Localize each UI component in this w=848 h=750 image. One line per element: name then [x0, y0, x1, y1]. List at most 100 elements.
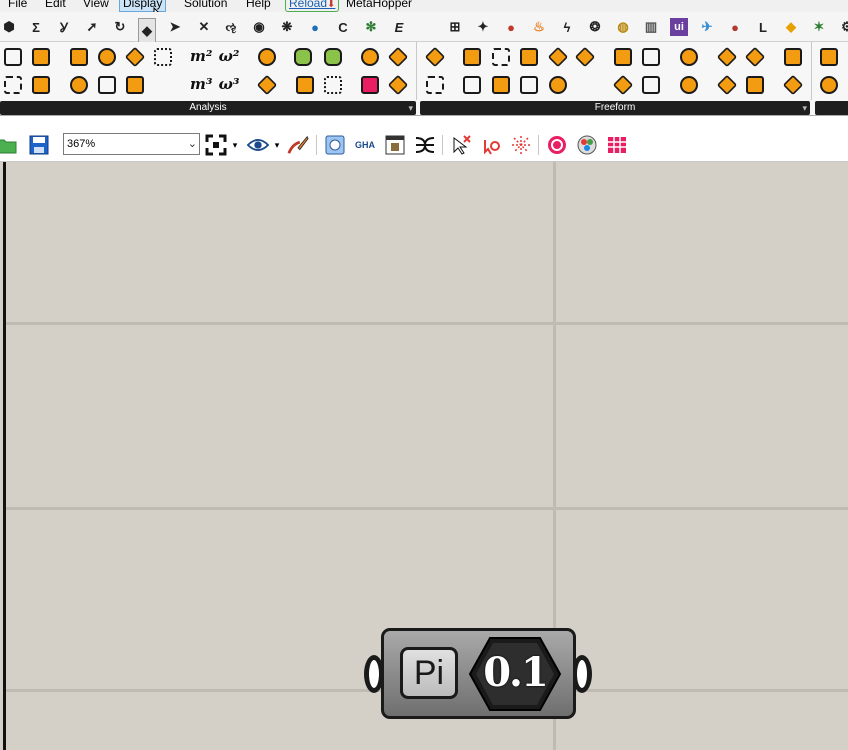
- menu-file[interactable]: File: [5, 0, 30, 12]
- bug-icon[interactable]: ✦: [474, 18, 492, 36]
- gear-icon[interactable]: ⚙: [838, 18, 848, 36]
- sparkle-icon[interactable]: ❋: [278, 18, 296, 36]
- open-icon[interactable]: [0, 134, 18, 156]
- fragment-patch-icon[interactable]: [678, 74, 700, 96]
- save-icon[interactable]: [28, 134, 50, 156]
- surface-analysis-icon[interactable]: [124, 46, 146, 68]
- globe-icon[interactable]: ●: [306, 18, 324, 36]
- sketch-icon[interactable]: [287, 134, 309, 156]
- surface-closest-icon[interactable]: [256, 74, 278, 96]
- expand-icon[interactable]: ▾: [802, 101, 807, 115]
- rail-revolution-icon[interactable]: [547, 74, 569, 96]
- surface-from-points-icon[interactable]: [490, 46, 512, 68]
- boundary-surface-icon[interactable]: [490, 74, 512, 96]
- expand-icon[interactable]: ▾: [408, 101, 413, 115]
- ribbon-group-next[interactable]: [815, 101, 848, 115]
- ladybug-icon[interactable]: ●: [726, 18, 744, 36]
- revolution-icon[interactable]: [518, 74, 540, 96]
- blend-surface-icon[interactable]: [744, 74, 766, 96]
- patch-icon[interactable]: [574, 46, 596, 68]
- leaf-icon[interactable]: ✻: [362, 18, 380, 36]
- plane-analysis-icon[interactable]: [359, 74, 381, 96]
- l-icon[interactable]: L: [754, 18, 772, 36]
- point-grid-icon[interactable]: [30, 74, 52, 96]
- network-surface-icon[interactable]: [518, 46, 540, 68]
- segment-lengths-icon[interactable]: [387, 74, 409, 96]
- extrude-along-icon[interactable]: [640, 74, 662, 96]
- sigma-icon[interactable]: Σ: [27, 18, 45, 36]
- curve-icon[interactable]: ↻: [111, 18, 129, 36]
- volume-icon[interactable]: [68, 74, 90, 96]
- ruled-surface-icon[interactable]: [461, 74, 483, 96]
- sum-surface-icon[interactable]: [678, 46, 700, 68]
- extrude-linear-icon[interactable]: [640, 46, 662, 68]
- ribbon-group-analysis[interactable]: Analysis ▾: [0, 101, 416, 115]
- ribbon-group-freeform[interactable]: Freeform ▾: [420, 101, 810, 115]
- sprout-icon[interactable]: Ỿ: [55, 18, 73, 36]
- menu-solution[interactable]: Solution: [181, 0, 230, 12]
- brep-edges-icon[interactable]: [292, 46, 314, 68]
- arrow-icon[interactable]: ➚: [83, 18, 101, 36]
- menu-reload[interactable]: Reload⬇: [285, 0, 340, 12]
- probe-icon[interactable]: [256, 46, 278, 68]
- spiral-icon[interactable]: ૡ: [222, 18, 240, 36]
- bake-icon[interactable]: [324, 134, 346, 156]
- offset-surface-icon[interactable]: [782, 74, 804, 96]
- bird-icon[interactable]: ✈: [698, 18, 716, 36]
- brain-icon[interactable]: ❂: [586, 18, 604, 36]
- volume-text-icon[interactable]: m³: [190, 74, 212, 96]
- menu-metahopper[interactable]: MetaHopper: [343, 0, 415, 12]
- e-icon[interactable]: E: [390, 18, 408, 36]
- chevron-down-icon[interactable]: ▾: [271, 134, 283, 156]
- brep-closest-icon[interactable]: [294, 74, 316, 96]
- bolt-icon[interactable]: ϟ: [558, 18, 576, 36]
- lights-icon[interactable]: [576, 134, 598, 156]
- chevron-down-icon[interactable]: ▾: [229, 134, 241, 156]
- primitive-box-icon[interactable]: [818, 46, 840, 68]
- pillar-icon[interactable]: ▥: [642, 18, 660, 36]
- eye-icon[interactable]: ◉: [250, 18, 268, 36]
- loft-icon[interactable]: [547, 46, 569, 68]
- volume-moments-icon[interactable]: ω³: [218, 74, 240, 96]
- wire-box-icon[interactable]: [96, 74, 118, 96]
- box-icon[interactable]: [2, 46, 24, 68]
- canvas-icon[interactable]: [384, 134, 406, 156]
- selection-filter-icon[interactable]: [480, 134, 502, 156]
- area-icon[interactable]: m²: [190, 46, 212, 68]
- bounding-box-icon[interactable]: [30, 46, 52, 68]
- brep-delete-icon[interactable]: [322, 46, 344, 68]
- menu-view[interactable]: View: [80, 0, 112, 12]
- select-icon[interactable]: [450, 134, 472, 156]
- menu-help[interactable]: Help: [243, 0, 274, 12]
- apple-icon[interactable]: ●: [502, 18, 520, 36]
- recompute-icon[interactable]: [546, 134, 568, 156]
- grid-points-icon[interactable]: [152, 46, 174, 68]
- pipe-variable-icon[interactable]: [716, 74, 738, 96]
- cluster-icon[interactable]: [510, 134, 532, 156]
- menu-edit[interactable]: Edit: [42, 0, 69, 12]
- disk-icon[interactable]: ◍: [614, 18, 632, 36]
- closed-box-icon[interactable]: [124, 74, 146, 96]
- c-icon[interactable]: C: [334, 18, 352, 36]
- sweep-two-icon[interactable]: [744, 46, 766, 68]
- points-icon[interactable]: [2, 74, 24, 96]
- brep-points-icon[interactable]: [322, 74, 344, 96]
- ui-icon[interactable]: ui: [670, 18, 688, 36]
- pi-component[interactable]: Pi 0.1: [381, 628, 576, 719]
- wires-icon[interactable]: [414, 134, 436, 156]
- gha-icon[interactable]: GHA: [354, 134, 376, 156]
- preview-icon[interactable]: [247, 134, 269, 156]
- grid-icon[interactable]: ⊞: [446, 18, 464, 36]
- extrude-point-icon[interactable]: [612, 74, 634, 96]
- sphere-icon[interactable]: [96, 46, 118, 68]
- pipe-icon[interactable]: [782, 46, 804, 68]
- zoom-extents-icon[interactable]: [205, 134, 227, 156]
- edge-surface-icon[interactable]: [461, 46, 483, 68]
- area-moments-icon[interactable]: ω²: [218, 46, 240, 68]
- deconstruct-icon[interactable]: [387, 46, 409, 68]
- lizard-icon[interactable]: ✶: [810, 18, 828, 36]
- hexagon-icon[interactable]: ⬢: [0, 18, 18, 36]
- surface-icon[interactable]: ◆: [138, 18, 156, 42]
- four-point-surface-icon[interactable]: [424, 46, 446, 68]
- plane-icon[interactable]: ➤: [166, 18, 184, 36]
